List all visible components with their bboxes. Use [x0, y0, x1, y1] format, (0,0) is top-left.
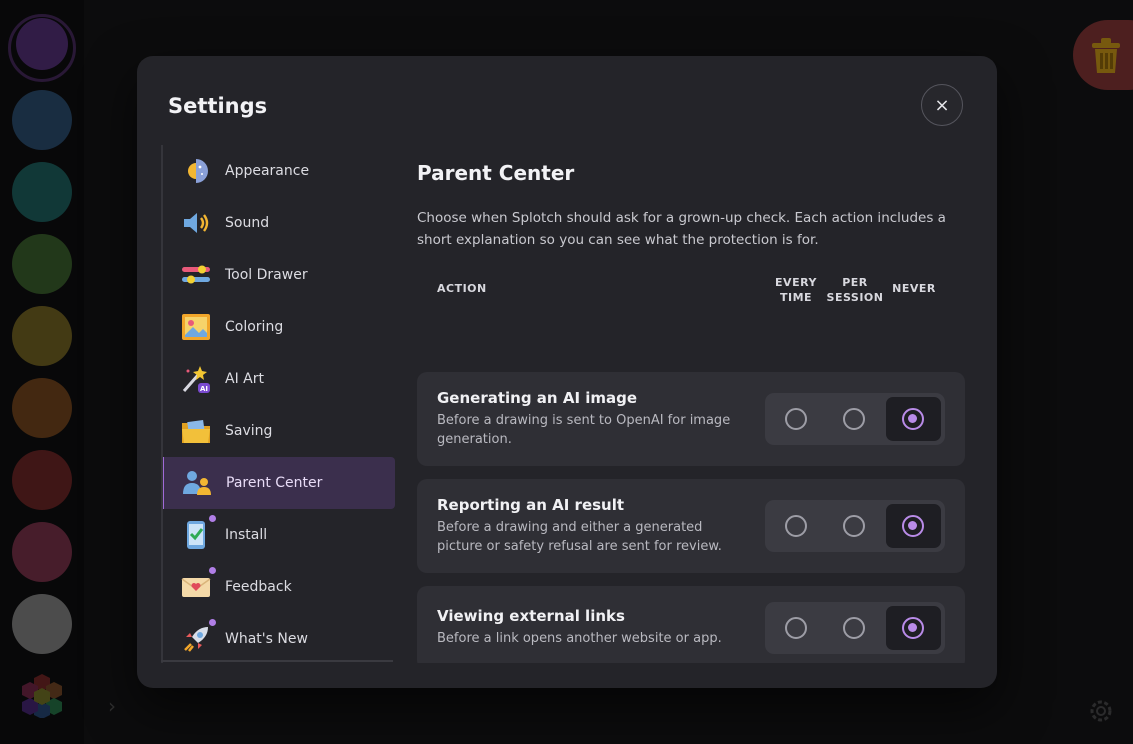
- nav-item-whats-new[interactable]: What's New: [163, 613, 395, 663]
- radio-per-session[interactable]: [843, 408, 865, 430]
- svg-text:AI: AI: [200, 385, 208, 393]
- column-header-line: EVERY: [775, 276, 817, 289]
- section-title: Parent Center: [417, 161, 575, 185]
- column-header-line: SESSION: [826, 291, 884, 304]
- nav-label: Appearance: [225, 163, 310, 179]
- row-title: Reporting an AI result: [437, 496, 625, 514]
- nav-item-appearance[interactable]: Appearance: [163, 145, 395, 197]
- row-description: Before a drawing is sent to OpenAI for i…: [437, 411, 747, 449]
- frequency-choice-group: [765, 602, 945, 654]
- radio-never[interactable]: [902, 515, 924, 537]
- nav-item-coloring[interactable]: Coloring: [163, 301, 395, 353]
- radio-every-time[interactable]: [785, 617, 807, 639]
- nav-item-install[interactable]: Install: [163, 509, 395, 561]
- phone-check-icon: [179, 518, 213, 552]
- radio-never[interactable]: [902, 617, 924, 639]
- nav-label: Saving: [225, 423, 273, 439]
- nav-divider: [161, 660, 393, 662]
- row-title: Generating an AI image: [437, 389, 638, 407]
- row-description: Before a drawing and either a generated …: [437, 518, 747, 556]
- nav-item-saving[interactable]: Saving: [163, 405, 395, 457]
- rocket-icon: [179, 622, 213, 656]
- row-description-line: picture or safety refusal are sent for r…: [437, 539, 722, 554]
- nav-label: AI Art: [225, 371, 264, 387]
- nav-label: Tool Drawer: [225, 267, 308, 283]
- row-title: Viewing external links: [437, 607, 625, 625]
- dialog-title: Settings: [168, 94, 268, 118]
- magic-wand-icon: AI: [179, 362, 213, 396]
- column-header-per-session: PER SESSION: [825, 275, 885, 305]
- column-header-line: PER: [842, 276, 868, 289]
- nav-item-tool-drawer[interactable]: Tool Drawer: [163, 249, 395, 301]
- nav-item-ai-art[interactable]: AI AI Art: [163, 353, 395, 405]
- settings-dialog: Settings × Appearance Sound Tool Drawer: [137, 56, 997, 688]
- nav-item-feedback[interactable]: Feedback: [163, 561, 395, 613]
- row-description-line: generation.: [437, 432, 512, 447]
- nav-item-sound[interactable]: Sound: [163, 197, 395, 249]
- radio-every-time[interactable]: [785, 408, 807, 430]
- folder-icon: [179, 414, 213, 448]
- permission-row-external-links: Viewing external links Before a link ope…: [417, 586, 965, 663]
- row-description-line: Before a link opens another website or a…: [437, 631, 722, 646]
- column-header-line: TIME: [779, 291, 813, 304]
- close-button[interactable]: ×: [921, 84, 963, 126]
- section-description: Choose when Splotch should ask for a gro…: [417, 210, 946, 248]
- parent-child-icon: [180, 466, 214, 500]
- nav-label: What's New: [225, 631, 308, 647]
- settings-nav: Appearance Sound Tool Drawer Coloring AI…: [161, 145, 395, 663]
- radio-per-session[interactable]: [843, 515, 865, 537]
- nav-label: Feedback: [225, 579, 292, 595]
- row-description-line: Before a drawing and either a generated: [437, 520, 703, 535]
- envelope-heart-icon: [179, 570, 213, 604]
- sliders-icon: [179, 258, 213, 292]
- permission-row-ai-image: Generating an AI image Before a drawing …: [417, 372, 965, 466]
- nav-item-parent-center[interactable]: Parent Center: [163, 457, 395, 509]
- column-header-action: ACTION: [437, 282, 487, 295]
- radio-every-time[interactable]: [785, 515, 807, 537]
- nav-label: Coloring: [225, 319, 284, 335]
- row-description-line: Before a drawing is sent to OpenAI for i…: [437, 413, 731, 428]
- nav-label: Parent Center: [226, 475, 323, 491]
- nav-label: Install: [225, 527, 268, 543]
- row-description: Before a link opens another website or a…: [437, 629, 747, 648]
- new-badge-dot: [209, 567, 216, 574]
- new-badge-dot: [209, 515, 216, 522]
- parent-center-panel: Parent Center Choose when Splotch should…: [417, 145, 965, 663]
- radio-per-session[interactable]: [843, 617, 865, 639]
- frequency-choice-group: [765, 393, 945, 445]
- permission-row-report-ai-result: Reporting an AI result Before a drawing …: [417, 479, 965, 573]
- new-badge-dot: [209, 619, 216, 626]
- column-header-every-time: EVERY TIME: [769, 275, 823, 305]
- frequency-choice-group: [765, 500, 945, 552]
- nav-label: Sound: [225, 215, 270, 231]
- speaker-icon: [179, 206, 213, 240]
- radio-never[interactable]: [902, 408, 924, 430]
- column-header-never: NEVER: [892, 282, 936, 295]
- sun-moon-icon: [179, 154, 213, 188]
- close-icon: ×: [934, 94, 950, 116]
- picture-icon: [179, 310, 213, 344]
